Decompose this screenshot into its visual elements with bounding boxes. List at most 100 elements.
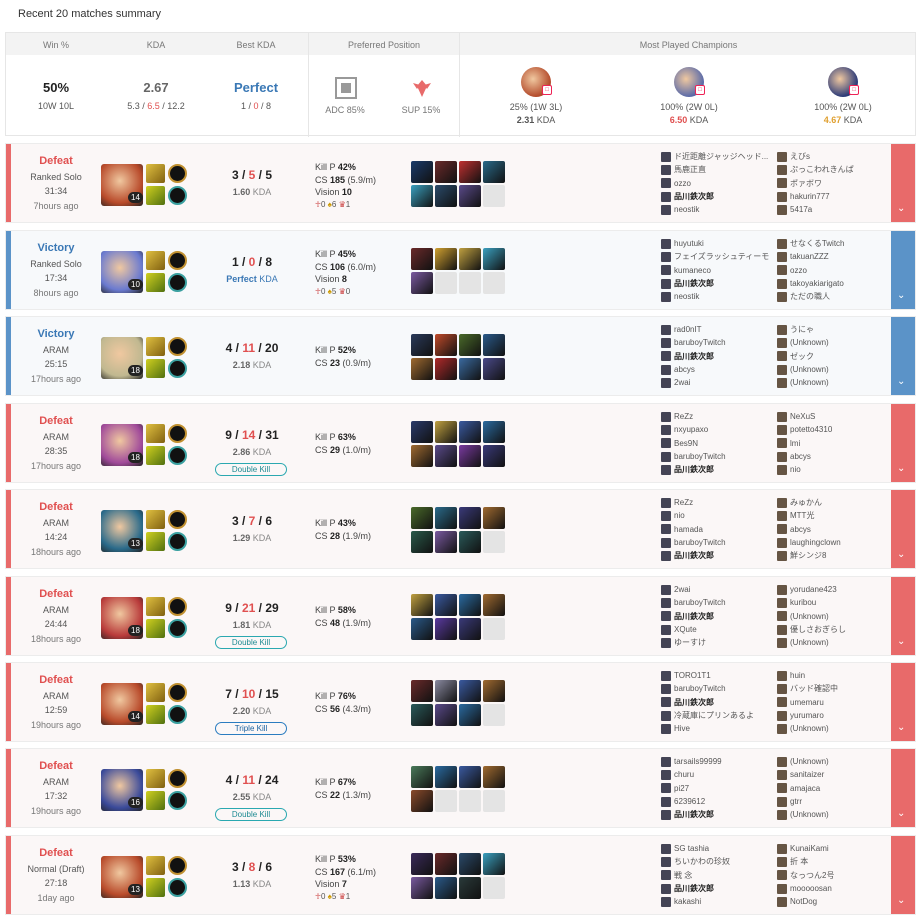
player-entry[interactable]: 2wai xyxy=(661,583,781,596)
item-slot-icon[interactable] xyxy=(435,680,457,702)
summoner-spell-icon[interactable] xyxy=(146,532,165,551)
keystone-rune-icon[interactable] xyxy=(168,164,187,183)
player-entry[interactable]: amajaca xyxy=(777,782,897,795)
player-entry[interactable]: 品川鉄次郎 xyxy=(661,463,781,476)
player-entry[interactable]: ゆーすけ xyxy=(661,636,781,649)
summoner-spell-icon[interactable] xyxy=(146,446,165,465)
summoner-spell-icon[interactable] xyxy=(146,424,165,443)
keystone-rune-icon[interactable] xyxy=(168,856,187,875)
player-entry[interactable]: ReZz xyxy=(661,496,781,509)
item-slot-icon[interactable] xyxy=(459,334,481,356)
player-entry[interactable]: (Unknown) xyxy=(777,376,897,389)
keystone-rune-icon[interactable] xyxy=(168,597,187,616)
player-entry[interactable]: (Unknown) xyxy=(777,636,897,649)
secondary-rune-icon[interactable] xyxy=(168,705,187,724)
player-entry[interactable]: hakurin777 xyxy=(777,190,897,203)
match-row[interactable]: ⌄ Defeat ARAM 17:32 19hours ago 16 4 / 1… xyxy=(5,748,916,828)
item-slot-icon[interactable] xyxy=(459,445,481,467)
player-entry[interactable]: gtrr xyxy=(777,795,897,808)
player-entry[interactable]: NeXuS xyxy=(777,410,897,423)
player-entry[interactable]: ポァボワ xyxy=(777,177,897,190)
player-entry[interactable]: neostik xyxy=(661,290,781,303)
player-entry[interactable]: mooooosan xyxy=(777,882,897,895)
player-entry[interactable]: yorudane423 xyxy=(777,583,897,596)
player-entry[interactable]: abcys xyxy=(661,363,781,376)
item-slot-icon[interactable] xyxy=(459,704,481,726)
keystone-rune-icon[interactable] xyxy=(168,251,187,270)
item-slot-icon[interactable] xyxy=(411,185,433,207)
keystone-rune-icon[interactable] xyxy=(168,683,187,702)
item-slot-icon[interactable] xyxy=(483,531,505,553)
item-slot-icon[interactable] xyxy=(411,877,433,899)
player-entry[interactable]: 2wai xyxy=(661,376,781,389)
item-slot-icon[interactable] xyxy=(483,272,505,294)
secondary-rune-icon[interactable] xyxy=(168,878,187,897)
player-entry[interactable]: 品川鉄次郎 xyxy=(661,350,781,363)
player-entry[interactable]: Hive xyxy=(661,722,781,735)
item-slot-icon[interactable] xyxy=(411,272,433,294)
player-entry[interactable]: 鮮シンジ8 xyxy=(777,549,897,562)
player-entry[interactable]: 折 本 xyxy=(777,855,897,868)
player-entry[interactable]: ozzo xyxy=(661,177,781,190)
secondary-rune-icon[interactable] xyxy=(168,359,187,378)
player-entry[interactable]: hamada xyxy=(661,523,781,536)
match-row[interactable]: ⌄ Defeat Normal (Draft) 27:18 1day ago 1… xyxy=(5,835,916,915)
item-slot-icon[interactable] xyxy=(459,507,481,529)
player-entry[interactable]: yurumaro xyxy=(777,709,897,722)
player-entry[interactable]: (Unknown) xyxy=(777,336,897,349)
player-entry[interactable]: huin xyxy=(777,669,897,682)
player-entry[interactable]: takuanZZZ xyxy=(777,250,897,263)
player-entry[interactable]: ド近距離ジャッジヘッド... xyxy=(661,150,781,163)
item-slot-icon[interactable] xyxy=(459,618,481,640)
player-entry[interactable]: 品川鉄次郎 xyxy=(661,808,781,821)
player-entry[interactable]: 馬鹿正直 xyxy=(661,163,781,176)
item-slot-icon[interactable] xyxy=(411,853,433,875)
player-entry[interactable]: tarsails99999 xyxy=(661,755,781,768)
item-slot-icon[interactable] xyxy=(483,161,505,183)
player-entry[interactable]: baruboyTwitch xyxy=(661,682,781,695)
item-slot-icon[interactable] xyxy=(483,358,505,380)
match-row[interactable]: ⌄ Victory Ranked Solo 17:34 8hours ago 1… xyxy=(5,230,916,310)
player-entry[interactable]: ReZz xyxy=(661,410,781,423)
player-entry[interactable]: MTT光 xyxy=(777,509,897,522)
player-entry[interactable]: lmi xyxy=(777,437,897,450)
summoner-spell-icon[interactable] xyxy=(146,683,165,702)
item-slot-icon[interactable] xyxy=(459,531,481,553)
player-entry[interactable]: 6239612 xyxy=(661,795,781,808)
secondary-rune-icon[interactable] xyxy=(168,791,187,810)
player-entry[interactable]: sanitaizer xyxy=(777,768,897,781)
player-entry[interactable]: abcys xyxy=(777,450,897,463)
player-entry[interactable]: (Unknown) xyxy=(777,722,897,735)
player-entry[interactable]: rad0nIT xyxy=(661,323,781,336)
player-entry[interactable]: (Unknown) xyxy=(777,808,897,821)
player-entry[interactable]: SG tashia xyxy=(661,842,781,855)
player-entry[interactable]: フェイズラッシュティーモ xyxy=(661,250,781,263)
item-slot-icon[interactable] xyxy=(459,185,481,207)
item-slot-icon[interactable] xyxy=(435,877,457,899)
secondary-rune-icon[interactable] xyxy=(168,619,187,638)
match-row[interactable]: ⌄ Defeat ARAM 14:24 18hours ago 13 3 / 7… xyxy=(5,489,916,569)
item-slot-icon[interactable] xyxy=(483,766,505,788)
summoner-spell-icon[interactable] xyxy=(146,273,165,292)
player-entry[interactable]: NotDog xyxy=(777,895,897,908)
summoner-spell-icon[interactable] xyxy=(146,705,165,724)
summoner-spell-icon[interactable] xyxy=(146,186,165,205)
item-slot-icon[interactable] xyxy=(411,594,433,616)
item-slot-icon[interactable] xyxy=(435,790,457,812)
player-entry[interactable]: 品川鉄次郎 xyxy=(661,610,781,623)
item-slot-icon[interactable] xyxy=(435,853,457,875)
item-slot-icon[interactable] xyxy=(483,594,505,616)
item-slot-icon[interactable] xyxy=(435,161,457,183)
item-slot-icon[interactable] xyxy=(411,421,433,443)
summoner-spell-icon[interactable] xyxy=(146,856,165,875)
player-entry[interactable]: baruboyTwitch xyxy=(661,596,781,609)
player-entry[interactable]: kakashi xyxy=(661,895,781,908)
keystone-rune-icon[interactable] xyxy=(168,337,187,356)
item-slot-icon[interactable] xyxy=(459,421,481,443)
player-entry[interactable]: abcys xyxy=(777,523,897,536)
player-entry[interactable]: 冷蔵庫にプリンあるよ xyxy=(661,709,781,722)
item-slot-icon[interactable] xyxy=(459,594,481,616)
item-slot-icon[interactable] xyxy=(435,272,457,294)
player-entry[interactable]: huyutuki xyxy=(661,237,781,250)
player-entry[interactable]: potetto4310 xyxy=(777,423,897,436)
